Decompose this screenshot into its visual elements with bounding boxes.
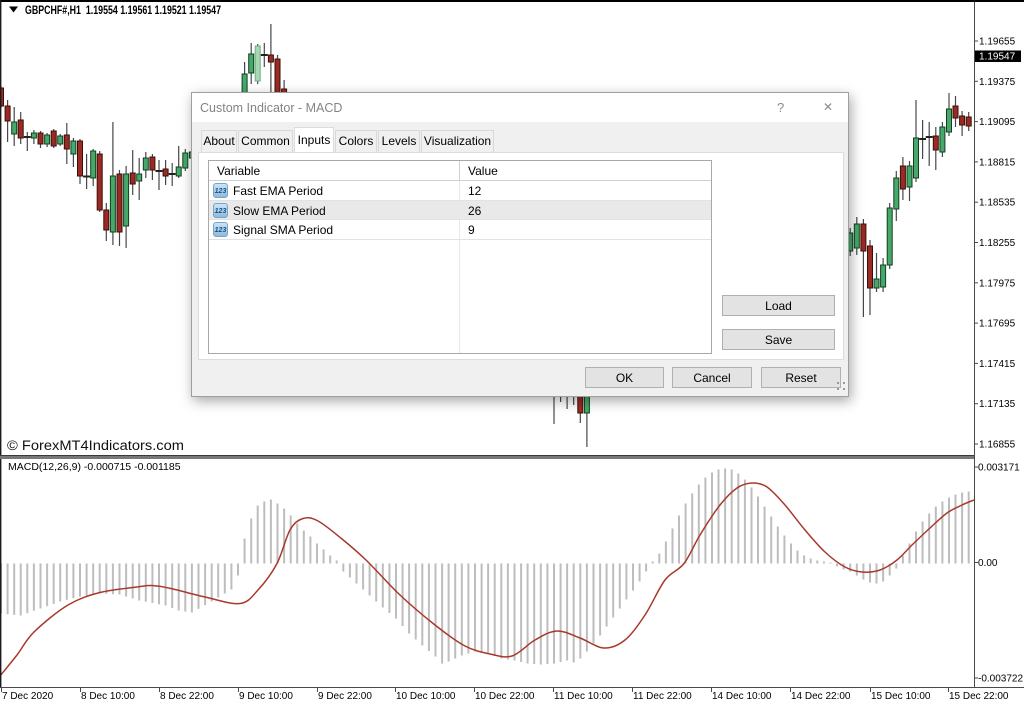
svg-text:15 Dec 22:00: 15 Dec 22:00: [949, 691, 1009, 702]
svg-text:11 Dec 10:00: 11 Dec 10:00: [554, 691, 613, 702]
svg-text:14 Dec 10:00: 14 Dec 10:00: [712, 691, 772, 702]
svg-text:9 Dec 22:00: 9 Dec 22:00: [318, 691, 372, 702]
svg-text:9 Dec 10:00: 9 Dec 10:00: [239, 691, 293, 702]
svg-text:10 Dec 22:00: 10 Dec 22:00: [475, 691, 535, 702]
svg-text:15 Dec 10:00: 15 Dec 10:00: [871, 691, 931, 702]
svg-text:GBPCHF#,H1 1.19554 1.19561 1.: GBPCHF#,H1 1.19554 1.19561 1.19521 1.195…: [25, 5, 221, 17]
svg-text:123: 123: [215, 208, 227, 215]
svg-text:1.16855: 1.16855: [979, 440, 1016, 451]
svg-text:1.19547: 1.19547: [979, 52, 1016, 63]
svg-text:0.00: 0.00: [978, 558, 998, 569]
svg-text:14 Dec 22:00: 14 Dec 22:00: [791, 691, 851, 702]
svg-text:1.17415: 1.17415: [979, 359, 1016, 370]
svg-text:1.19095: 1.19095: [979, 117, 1016, 128]
svg-text:1.19655: 1.19655: [979, 37, 1016, 48]
svg-text:8 Dec 22:00: 8 Dec 22:00: [160, 691, 214, 702]
svg-text:© ForexMT4Indicators.com: © ForexMT4Indicators.com: [7, 438, 184, 453]
svg-text:1.17135: 1.17135: [979, 399, 1016, 410]
svg-text:10 Dec 10:00: 10 Dec 10:00: [396, 691, 456, 702]
svg-text:8 Dec 10:00: 8 Dec 10:00: [81, 691, 135, 702]
svg-text:1.17695: 1.17695: [979, 319, 1016, 330]
svg-text:1.19375: 1.19375: [979, 77, 1016, 88]
svg-text:-0.003722: -0.003722: [978, 674, 1023, 685]
svg-text:1.18535: 1.18535: [979, 198, 1016, 209]
svg-text:MACD(12,26,9) -0.000715 -0.001: MACD(12,26,9) -0.000715 -0.001185: [8, 461, 181, 473]
svg-text:1.17975: 1.17975: [979, 278, 1016, 289]
svg-text:123: 123: [215, 188, 227, 195]
svg-text:7 Dec 2020: 7 Dec 2020: [2, 691, 54, 702]
svg-text:11 Dec 22:00: 11 Dec 22:00: [633, 691, 692, 702]
svg-text:123: 123: [215, 227, 227, 234]
svg-text:1.18255: 1.18255: [979, 238, 1016, 249]
svg-text:0.003171: 0.003171: [978, 463, 1020, 474]
svg-text:1.18815: 1.18815: [979, 157, 1016, 168]
